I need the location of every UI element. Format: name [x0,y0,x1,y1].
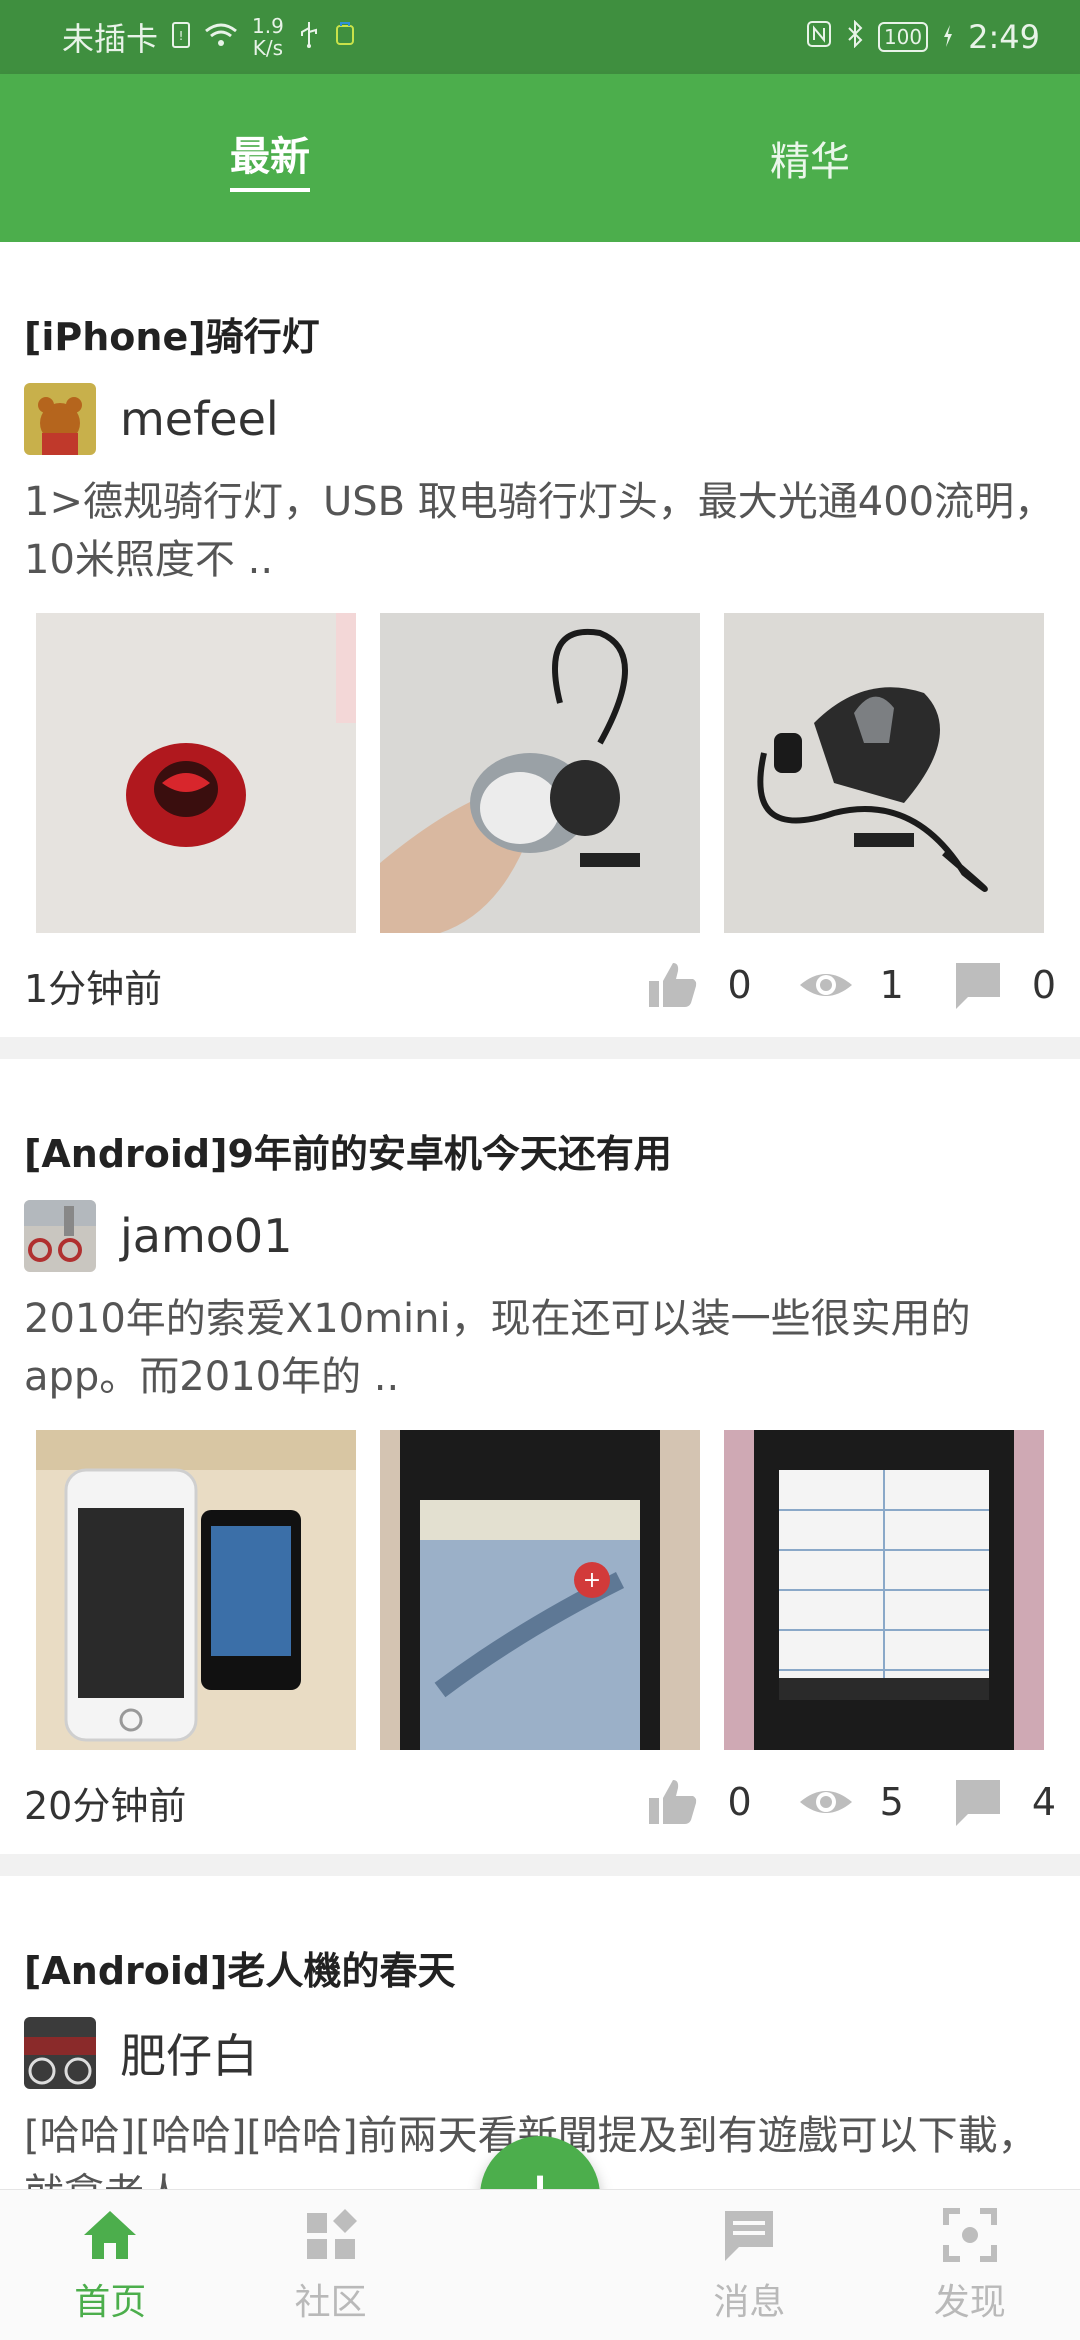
nav-discover-label: 发现 [933,2282,1006,2323]
post-excerpt[interactable]: 1>德规骑行灯，USB 取电骑行灯头，最大光通400流明，10米照度不 .. [24,473,1056,589]
post-author[interactable]: mefeel [24,383,1056,455]
avatar[interactable] [24,2017,96,2089]
post-excerpt[interactable]: 2010年的索爱X10mini，现在还可以装一些很实用的app。而2010年的 … [24,1290,1056,1406]
view-stat: 1 [798,957,904,1013]
tab-featured[interactable]: 精华 [540,74,1080,242]
post-title[interactable]: [Android]老人機的春天 [24,1876,1056,1995]
nav-discover[interactable]: 发现 [860,2190,1080,2340]
post-image[interactable] [724,613,1044,933]
nav-home[interactable]: 首页 [0,2190,220,2340]
view-stat: 5 [798,1774,904,1830]
thumbs-up-icon[interactable] [645,1774,701,1830]
post-image[interactable] [36,1430,356,1750]
post-image[interactable] [36,613,356,933]
tab-featured-label: 精华 [770,139,850,185]
nav-community[interactable]: 社区 [220,2190,440,2340]
charging-icon [942,18,954,56]
svg-text:+: + [583,1568,601,1593]
post-images [24,613,1056,933]
post-card[interactable]: [Android]9年前的安卓机今天还有用 jamo01 2010年的索爱X10… [0,1059,1080,1854]
eye-icon [799,974,852,996]
post-author[interactable]: 肥仔白 [24,2017,1056,2089]
status-right: 100 2:49 [806,18,1040,56]
comment-icon[interactable] [950,1774,1006,1830]
post-title[interactable]: [Android]9年前的安卓机今天还有用 [24,1059,1056,1178]
sim-icon: ! [172,18,191,56]
avatar[interactable] [24,1200,96,1272]
eye-icon [799,1791,852,1813]
wifi-icon [204,18,238,56]
author-name[interactable]: jamo01 [120,1209,292,1263]
usb-icon [298,18,320,56]
network-speed-unit: K/s [252,36,284,60]
post-author[interactable]: jamo01 [24,1200,1056,1272]
network-speed-value: 1.9 [252,14,284,38]
top-tab-bar: 最新 精华 [0,74,1080,242]
author-name[interactable]: mefeel [120,392,279,446]
network-speed: 1.9 K/s [252,15,284,59]
view-count: 1 [879,963,904,1007]
like-count: 0 [727,1780,752,1824]
comment-stat[interactable]: 4 [950,1774,1056,1830]
post-time: 20分钟前 [24,1783,187,1828]
post-images: + [24,1430,1056,1750]
nav-home-label: 首页 [74,2282,147,2323]
like-stat[interactable]: 0 [645,1774,752,1830]
post-time: 1分钟前 [24,966,163,1011]
like-count: 0 [727,963,752,1007]
bluetooth-icon [846,18,864,56]
nav-messages[interactable]: 消息 [639,2190,859,2340]
comment-icon[interactable] [950,957,1006,1013]
nav-fab-gap [441,2190,639,2340]
post-feed[interactable]: [iPhone]骑行灯 mefeel 1>德规骑行灯，USB 取电骑行灯头，最大… [0,242,1080,2223]
app-notification-icon [334,18,356,56]
comment-stat[interactable]: 0 [950,957,1056,1013]
post-meta: 20分钟前 0 5 4 [24,1750,1056,1854]
status-left: 未插卡 ! 1.9 K/s [62,14,356,60]
nav-community-label: 社区 [294,2282,367,2323]
post-divider [0,1037,1080,1059]
community-icon [306,2209,357,2259]
svg-text:!: ! [179,29,184,43]
thumbs-up-icon[interactable] [645,957,701,1013]
tab-latest-label: 最新 [230,124,310,192]
nav-messages-label: 消息 [713,2282,786,2323]
status-bar: 未插卡 ! 1.9 K/s 100 2:49 [0,0,1080,74]
scan-icon [942,2208,997,2262]
home-icon [84,2211,137,2259]
carrier-text: 未插卡 [62,20,159,58]
post-card[interactable]: [iPhone]骑行灯 mefeel 1>德规骑行灯，USB 取电骑行灯头，最大… [0,242,1080,1037]
post-image[interactable]: + [380,1430,700,1750]
post-divider [0,1854,1080,1876]
author-name[interactable]: 肥仔白 [120,2020,258,2086]
clock: 2:49 [968,18,1040,56]
avatar[interactable] [24,383,96,455]
comment-count: 4 [1031,1780,1056,1824]
post-title[interactable]: [iPhone]骑行灯 [24,242,1056,361]
like-stat[interactable]: 0 [645,957,752,1013]
nfc-icon [806,18,832,56]
battery-level: 100 [883,25,923,49]
tab-latest[interactable]: 最新 [0,74,540,242]
post-image[interactable] [380,613,700,933]
message-icon [725,2211,774,2261]
post-image[interactable] [724,1430,1044,1750]
battery-indicator: 100 [877,22,929,52]
view-count: 5 [879,1780,904,1824]
post-meta: 1分钟前 0 1 0 [24,933,1056,1037]
bottom-navigation: 首页 社区 消息 发现 [0,2189,1080,2340]
comment-count: 0 [1031,963,1056,1007]
